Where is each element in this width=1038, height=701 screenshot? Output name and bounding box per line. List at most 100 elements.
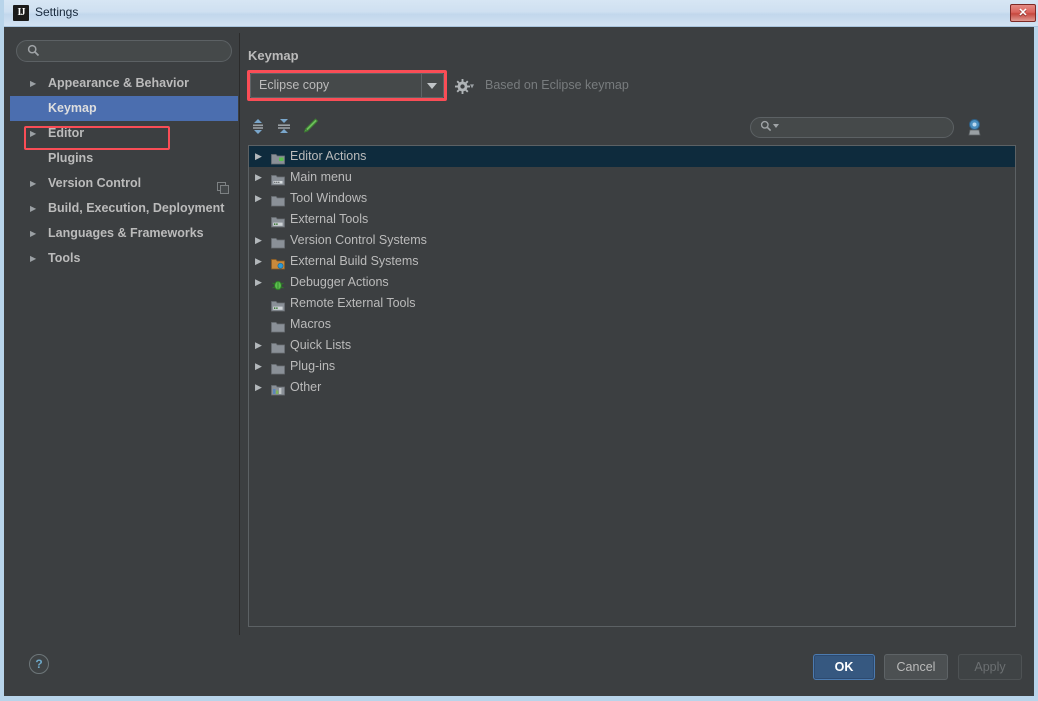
tree-row-tool-windows[interactable]: ▶ Tool Windows (249, 188, 1015, 209)
tree-row-main-menu[interactable]: ▶ Main menu (249, 167, 1015, 188)
folder-icon (271, 192, 285, 207)
chevron-right-icon[interactable]: ▶ (255, 356, 265, 377)
copy-stack-icon[interactable] (217, 177, 229, 194)
tree-row-label: Macros (290, 317, 331, 331)
sidebar-item-build-execution-deployment[interactable]: ▶ Build, Execution, Deployment (10, 196, 238, 221)
sidebar-item-label: Plugins (48, 151, 94, 165)
keymap-action-tree[interactable]: ▶ Editor Actions ▶ Main menu ▶ Tool Wind… (248, 145, 1016, 627)
chevron-right-icon[interactable]: ▶ (255, 272, 265, 293)
sidebar-item-label: Keymap (48, 101, 97, 115)
chevron-right-icon[interactable]: ▶ (255, 188, 265, 209)
chevron-right-icon[interactable]: ▶ (255, 251, 265, 272)
window-title: Settings (35, 5, 79, 19)
tree-row-version-control-systems[interactable]: ▶ Version Control Systems (249, 230, 1015, 251)
external-tools-icon (271, 297, 285, 312)
tree-row-debugger-actions[interactable]: ▶ Debugger Actions (249, 272, 1015, 293)
sidebar-item-appearance-behavior[interactable]: ▶ Appearance & Behavior (10, 71, 238, 96)
tree-row-other[interactable]: ▶ Other (249, 377, 1015, 398)
collapse-all-icon[interactable] (274, 116, 296, 138)
tree-row-label: Editor Actions (290, 149, 367, 163)
sidebar-item-version-control[interactable]: ▶ Version Control (10, 171, 238, 196)
search-icon (27, 44, 41, 58)
sidebar-item-keymap[interactable]: Keymap (10, 96, 238, 121)
chevron-right-icon[interactable]: ▶ (255, 377, 265, 398)
editor-actions-icon (271, 150, 285, 165)
chevron-right-icon[interactable]: ▶ (255, 230, 265, 251)
settings-sidebar: ▶ Appearance & Behavior Keymap ▶ Editor … (10, 33, 240, 635)
dialog-footer: ? OK Cancel Apply (4, 644, 1034, 692)
keymap-search-box[interactable] (750, 117, 954, 138)
tree-row-label: Version Control Systems (290, 233, 427, 247)
main-menu-icon (271, 171, 285, 186)
sidebar-item-list: ▶ Appearance & Behavior Keymap ▶ Editor … (10, 71, 238, 271)
chevron-right-icon[interactable]: ▶ (255, 167, 265, 188)
sidebar-item-label: Build, Execution, Deployment (48, 201, 225, 215)
ok-button[interactable]: OK (813, 654, 875, 680)
cancel-button[interactable]: Cancel (884, 654, 948, 680)
tree-row-remote-external-tools[interactable]: Remote External Tools (249, 293, 1015, 314)
tree-row-label: Quick Lists (290, 338, 352, 352)
tree-row-external-build-systems[interactable]: ▶ External Build Systems (249, 251, 1015, 272)
keymap-dropdown-value: Eclipse copy (259, 78, 330, 92)
sidebar-item-label: Editor (48, 126, 85, 140)
chevron-right-icon[interactable]: ▶ (30, 121, 40, 146)
edit-pencil-icon[interactable] (300, 116, 322, 138)
tree-row-plug-ins[interactable]: ▶ Plug-ins (249, 356, 1015, 377)
external-tools-icon (271, 213, 285, 228)
debugger-bug-icon (271, 276, 285, 291)
sidebar-item-tools[interactable]: ▶ Tools (10, 246, 238, 271)
search-input[interactable] (45, 43, 227, 62)
based-on-label: Based on Eclipse keymap (485, 78, 629, 92)
sidebar-item-label: Tools (48, 251, 81, 265)
expand-all-icon[interactable] (248, 116, 270, 138)
chevron-right-icon[interactable]: ▶ (255, 146, 265, 167)
sidebar-item-plugins[interactable]: Plugins (10, 146, 238, 171)
apply-button: Apply (958, 654, 1022, 680)
tree-row-external-tools[interactable]: External Tools (249, 209, 1015, 230)
close-icon[interactable]: ✕ (1010, 4, 1036, 22)
search-icon (760, 120, 772, 137)
intellij-idea-icon: IJ (13, 5, 29, 21)
tree-row-label: Other (290, 380, 322, 394)
keymap-toolbar (240, 113, 1028, 145)
chevron-right-icon[interactable]: ▶ (255, 335, 265, 356)
chevron-down-icon[interactable] (421, 74, 443, 97)
chevron-down-icon[interactable] (773, 124, 779, 128)
keymap-dropdown[interactable]: Eclipse copy (250, 73, 444, 98)
folder-icon (271, 318, 285, 333)
tree-row-label: Debugger Actions (290, 275, 389, 289)
tree-row-label: External Tools (290, 212, 369, 226)
tree-row-label: Tool Windows (290, 191, 368, 205)
keymap-panel: Keymap Eclipse copy ▾ Based on Eclipse k… (240, 33, 1028, 635)
gear-icon[interactable]: ▾ (455, 77, 477, 94)
help-icon[interactable]: ? (29, 654, 49, 674)
tree-row-label: Remote External Tools (290, 296, 416, 310)
page-title: Keymap (248, 48, 299, 63)
other-icon (271, 381, 285, 396)
tree-row-label: Plug-ins (290, 359, 336, 373)
sidebar-search-box[interactable] (16, 40, 232, 62)
settings-dialog: IJ Settings ✕ ▶ Appearance & Behavior Ke… (0, 0, 1038, 701)
chevron-down-icon[interactable]: ▾ (470, 81, 474, 90)
search-input[interactable] (783, 119, 951, 137)
tree-row-macros[interactable]: Macros (249, 314, 1015, 335)
chevron-right-icon[interactable]: ▶ (30, 196, 40, 221)
tree-row-label: External Build Systems (290, 254, 419, 268)
tree-row-quick-lists[interactable]: ▶ Quick Lists (249, 335, 1015, 356)
chevron-right-icon[interactable]: ▶ (30, 246, 40, 271)
build-systems-icon (271, 255, 285, 270)
find-by-shortcut-icon[interactable] (962, 115, 986, 139)
chevron-right-icon[interactable]: ▶ (30, 71, 40, 96)
dialog-content: ▶ Appearance & Behavior Keymap ▶ Editor … (4, 27, 1034, 692)
sidebar-item-editor[interactable]: ▶ Editor (10, 121, 238, 146)
sidebar-item-languages-frameworks[interactable]: ▶ Languages & Frameworks (10, 221, 238, 246)
sidebar-item-label: Languages & Frameworks (48, 226, 204, 240)
chevron-right-icon[interactable]: ▶ (30, 221, 40, 246)
chevron-right-icon[interactable]: ▶ (30, 171, 40, 196)
folder-icon (271, 360, 285, 375)
tree-row-editor-actions[interactable]: ▶ Editor Actions (249, 146, 1015, 167)
tree-row-label: Main menu (290, 170, 352, 184)
sidebar-item-label: Appearance & Behavior (48, 76, 190, 90)
title-bar: IJ Settings ✕ (4, 0, 1038, 27)
sidebar-item-label: Version Control (48, 176, 142, 190)
